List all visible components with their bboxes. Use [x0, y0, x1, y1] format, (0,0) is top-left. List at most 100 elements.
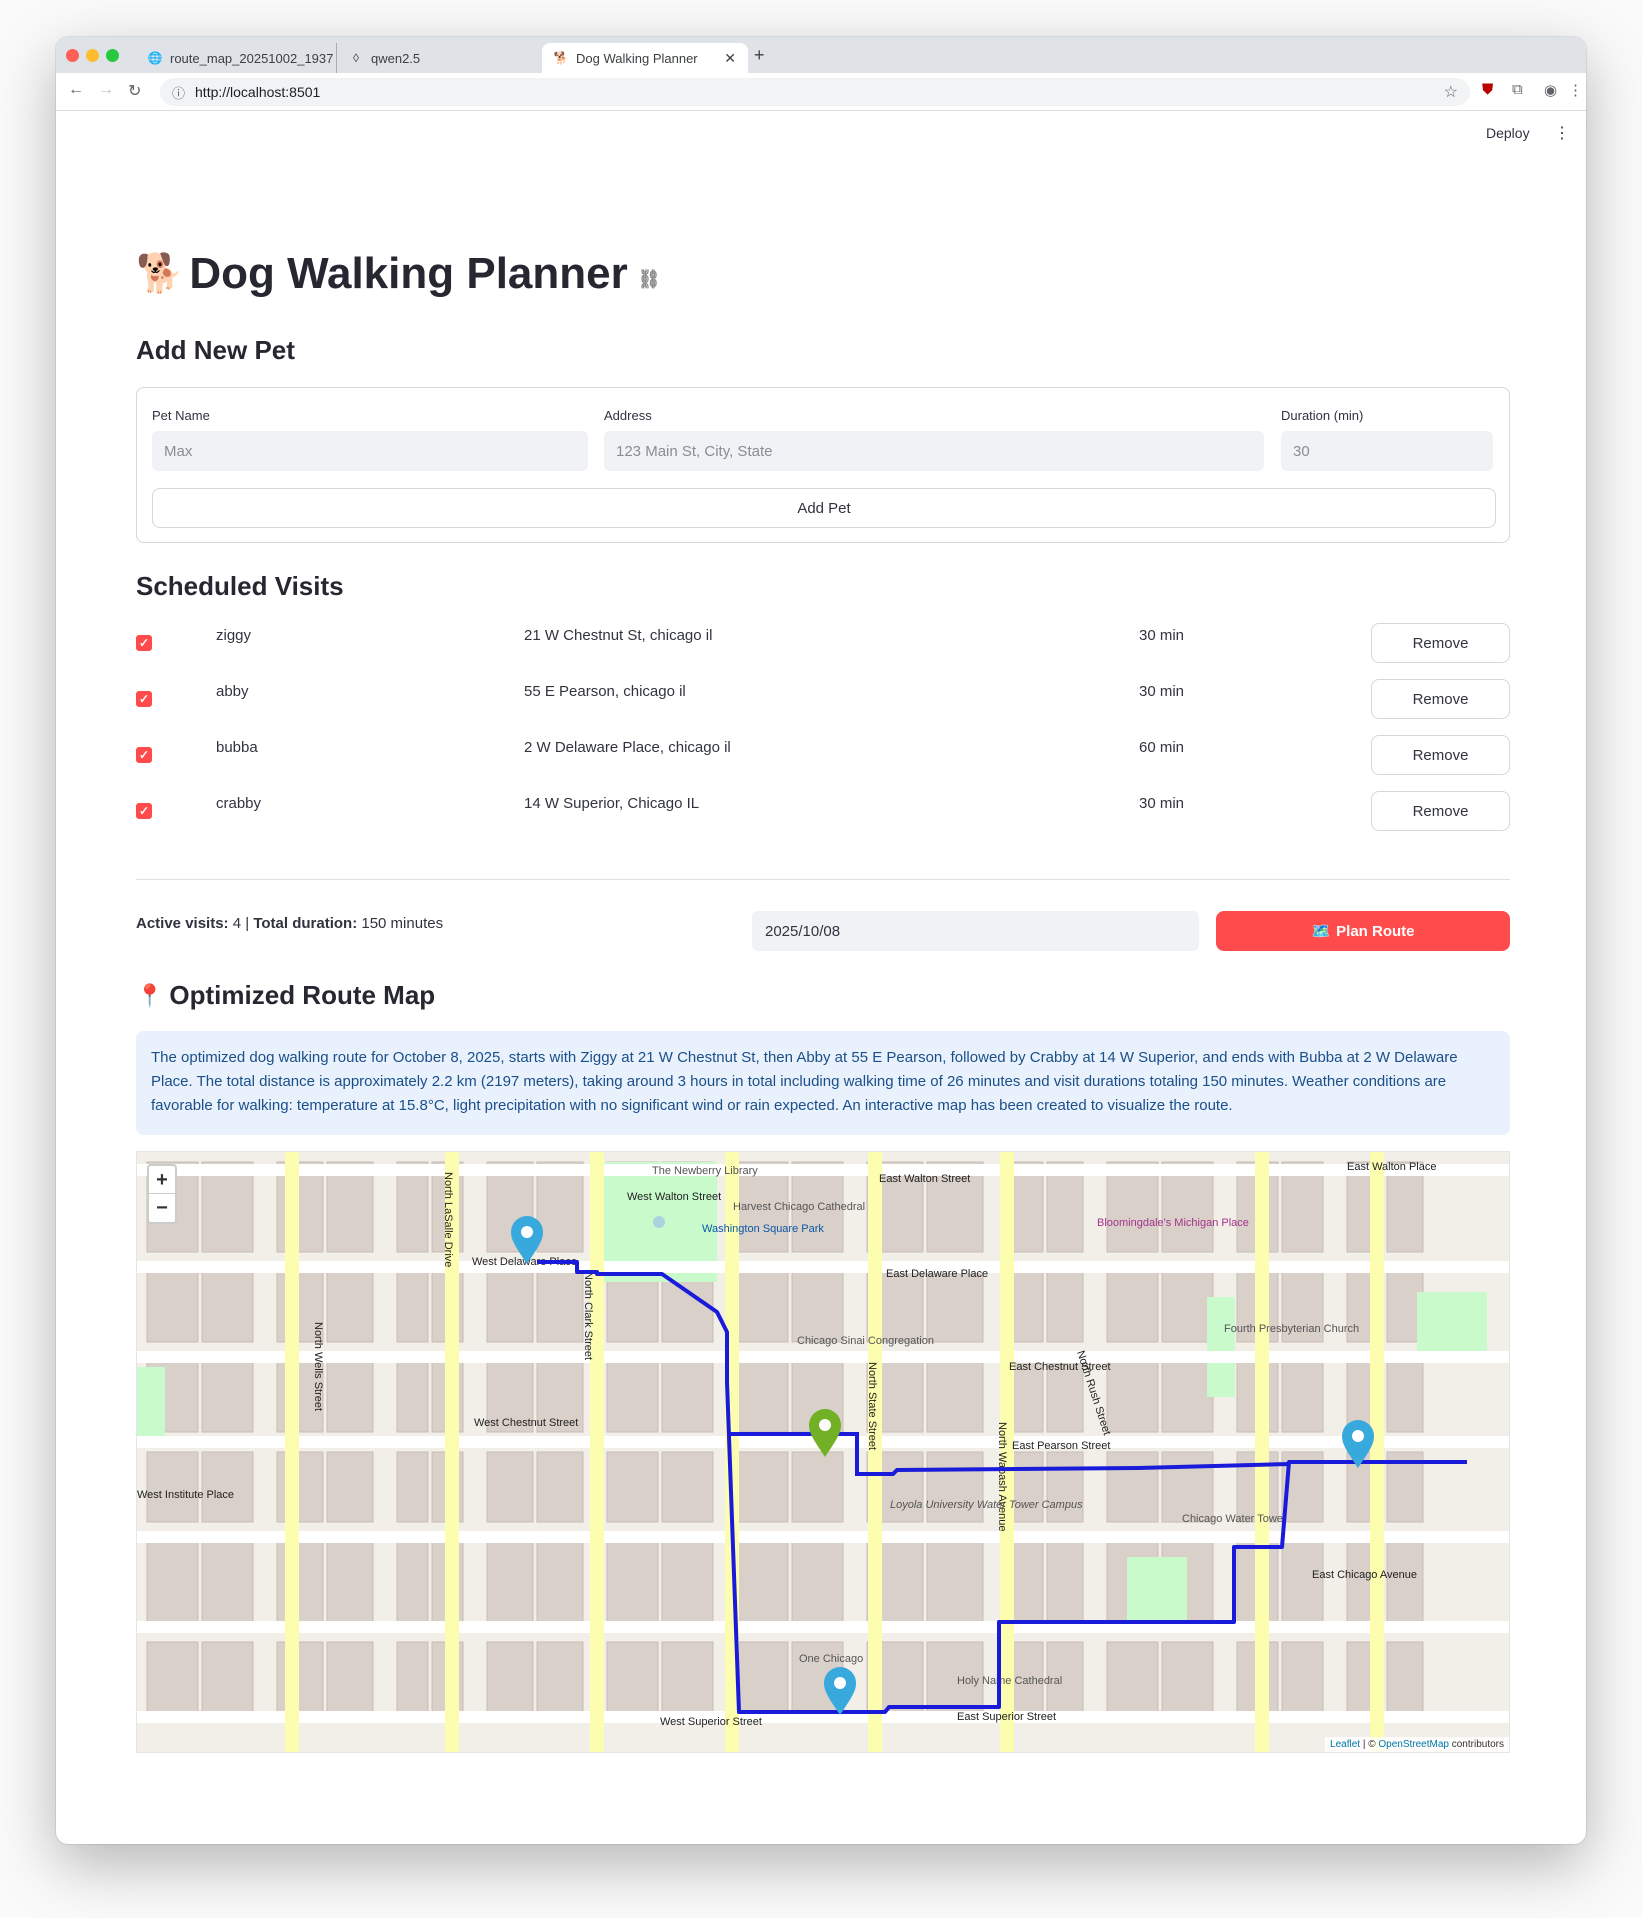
visit-address: 21 W Chestnut St, chicago il [524, 627, 713, 644]
back-icon[interactable]: ← [68, 81, 84, 99]
building-block [146, 1541, 199, 1623]
remove-visit-button[interactable]: Remove [1371, 679, 1510, 719]
building-block [396, 1641, 429, 1713]
street-label: East Chicago Avenue [1312, 1569, 1417, 1581]
building-block [926, 1451, 984, 1523]
street-label: North Clark Street [582, 1272, 594, 1360]
deploy-button[interactable]: Deploy [1486, 125, 1530, 141]
reload-icon[interactable]: ↻ [128, 81, 141, 101]
close-tab-icon[interactable]: ✕ [724, 50, 736, 67]
tab-qwen[interactable]: ◊ qwen2.5 [336, 43, 536, 73]
map-attribution: Leaflet | © OpenStreetMap contributors [1325, 1737, 1509, 1752]
building-block [1281, 1361, 1324, 1433]
building-block [326, 1361, 374, 1433]
visit-summary: Active visits: 4 | Total duration: 150 m… [136, 915, 443, 932]
remove-visit-button[interactable]: Remove [1371, 791, 1510, 831]
street-label: North State Street [866, 1362, 878, 1450]
building-block [661, 1451, 714, 1523]
pin-icon: 📍 [136, 982, 164, 1008]
tab-label: Dog Walking Planner [576, 50, 698, 66]
building-block [486, 1271, 534, 1343]
duration-input[interactable] [1281, 431, 1493, 471]
profile-icon[interactable]: ◉ [1544, 81, 1557, 99]
route-map-heading: 📍 Optimized Route Map [136, 980, 435, 1011]
visit-checkbox[interactable]: ✓ [136, 691, 152, 707]
building-block [1161, 1451, 1214, 1523]
browser-menu-icon[interactable]: ⋮ [1568, 81, 1583, 99]
street-label: North Wabash Avenue [996, 1422, 1008, 1531]
forward-icon[interactable]: → [98, 81, 114, 99]
building-block [661, 1271, 714, 1343]
remove-visit-button[interactable]: Remove [1371, 735, 1510, 775]
anchor-link-icon[interactable]: ⛓ [638, 269, 661, 290]
building-block [791, 1271, 844, 1343]
ublock-icon[interactable]: ⛊ [1482, 81, 1493, 98]
plan-route-label: Plan Route [1336, 922, 1415, 940]
building-block [1386, 1361, 1424, 1433]
route-map[interactable]: West Walton Street East Walton Street Ea… [136, 1151, 1510, 1753]
street-label: West Institute Place [137, 1489, 234, 1501]
extensions-icon[interactable]: ⧉ [1512, 81, 1523, 98]
site-info-icon[interactable]: ⓘ [172, 83, 185, 102]
building-block [536, 1451, 584, 1523]
add-pet-button[interactable]: Add Pet [152, 488, 1496, 528]
fountain-icon [653, 1216, 665, 1228]
building-block [1046, 1271, 1084, 1343]
route-description: The optimized dog walking route for Octo… [136, 1031, 1510, 1135]
building-block [1161, 1271, 1214, 1343]
place-label: Chicago Water Tower [1182, 1513, 1287, 1525]
address-label: Address [604, 408, 652, 423]
address-input[interactable] [604, 431, 1264, 471]
duration-label: Duration (min) [1281, 408, 1364, 423]
visit-pet-name: abby [216, 683, 249, 700]
street-label: East Walton Street [879, 1173, 970, 1185]
building-block [661, 1361, 714, 1433]
page-title: 🐕 Dog Walking Planner ⛓ [136, 249, 661, 299]
place-label: Loyola University Water Tower Campus [890, 1499, 1083, 1511]
total-duration-label: Total duration: [253, 915, 358, 932]
browser-window: 🌐 route_map_20251002_1937 ◊ qwen2.5 🐕 Do… [56, 37, 1586, 1844]
visit-checkbox[interactable]: ✓ [136, 803, 152, 819]
active-visits-label: Active visits: [136, 915, 229, 932]
dog-icon: 🐕 [553, 51, 569, 65]
total-duration-value: 150 minutes [361, 915, 444, 932]
app-menu-icon[interactable]: ⋮ [1554, 123, 1570, 143]
building-block [1106, 1641, 1159, 1713]
building-block [201, 1541, 254, 1623]
visit-checkbox[interactable]: ✓ [136, 747, 152, 763]
bookmark-star-icon[interactable]: ☆ [1444, 82, 1458, 102]
building-block [201, 1641, 254, 1713]
zoom-in-button[interactable]: + [149, 1166, 175, 1194]
building-block [396, 1361, 429, 1433]
zoom-out-button[interactable]: − [149, 1194, 175, 1222]
building-block [736, 1271, 789, 1343]
street-label: West Superior Street [660, 1716, 762, 1728]
visit-row: ✓ abby 55 E Pearson, chicago il 30 min R… [136, 679, 1510, 725]
maximize-window-button[interactable] [106, 49, 119, 62]
tab-route-map[interactable]: 🌐 route_map_20251002_1937 [136, 43, 336, 73]
plan-route-button[interactable]: 🗺️ Plan Route [1216, 911, 1510, 951]
close-window-button[interactable] [66, 49, 79, 62]
building-block [536, 1541, 584, 1623]
tab-dog-walking-planner[interactable]: 🐕 Dog Walking Planner ✕ [542, 43, 748, 73]
visit-checkbox[interactable]: ✓ [136, 635, 152, 651]
building-block [1161, 1641, 1214, 1713]
visit-address: 14 W Superior, Chicago IL [524, 795, 700, 812]
water-tower-park [1207, 1297, 1235, 1397]
map-icon: 🗺️ [1311, 923, 1331, 940]
remove-visit-button[interactable]: Remove [1371, 623, 1510, 663]
visit-row: ✓ crabby 14 W Superior, Chicago IL 30 mi… [136, 791, 1510, 837]
pet-name-input[interactable] [152, 431, 588, 471]
attribution-suffix: contributors [1451, 1739, 1504, 1750]
building-block [1281, 1641, 1324, 1713]
add-pet-form: Pet Name Address Duration (min) Add Pet [136, 387, 1510, 543]
building-block [486, 1641, 534, 1713]
date-input[interactable]: 2025/10/08 [752, 911, 1199, 951]
street-label: East Pearson Street [1012, 1440, 1110, 1452]
leaflet-link[interactable]: Leaflet [1330, 1739, 1360, 1750]
osm-link[interactable]: OpenStreetMap [1378, 1739, 1449, 1750]
address-bar[interactable]: ⓘ http://localhost:8501 ☆ [160, 78, 1470, 106]
minimize-window-button[interactable] [86, 49, 99, 62]
zoom-control: + − [147, 1164, 177, 1224]
new-tab-button[interactable]: + [754, 45, 765, 66]
